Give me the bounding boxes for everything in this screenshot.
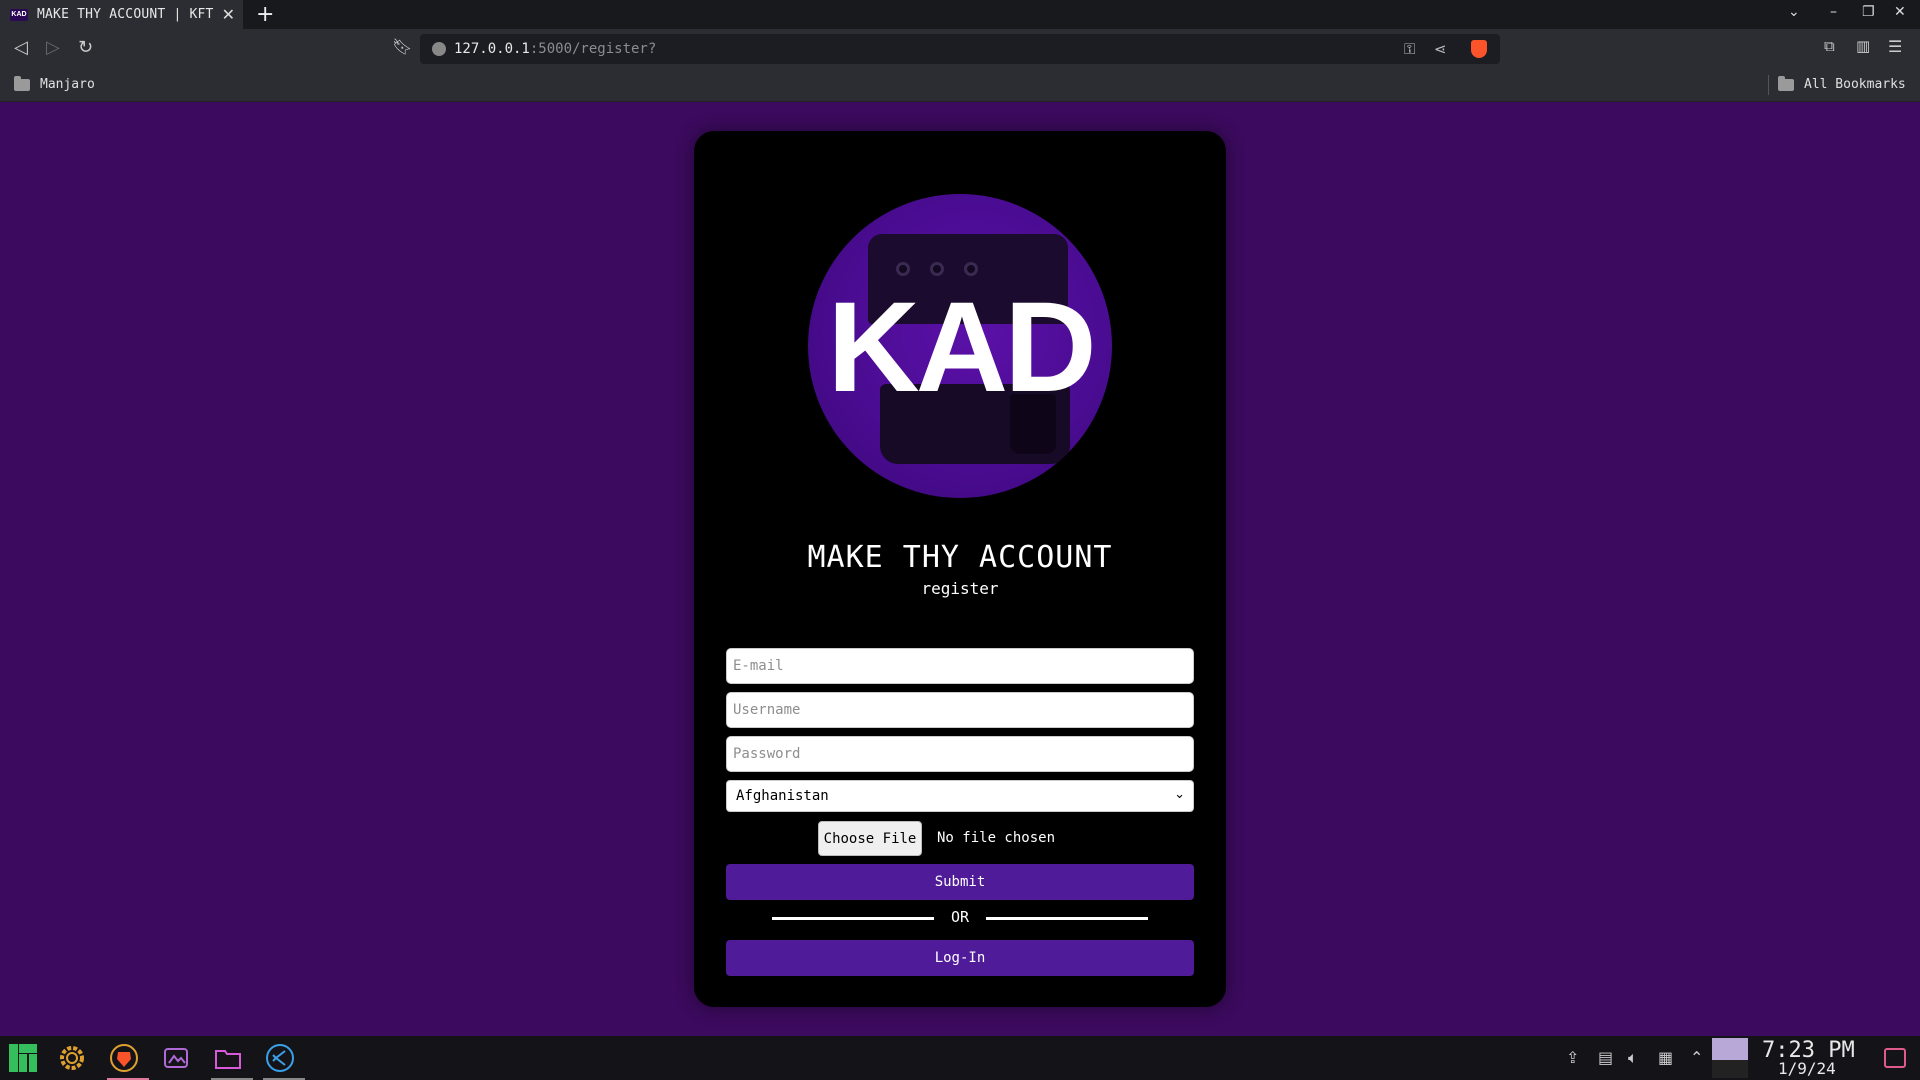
- tray-expand-chevron-icon[interactable]: ⌃: [1690, 1048, 1703, 1067]
- choose-file-button[interactable]: Choose File: [818, 821, 922, 856]
- manjaro-menu-icon[interactable]: [6, 1041, 40, 1075]
- bookmark-icon[interactable]: 🔖︎: [392, 37, 412, 56]
- browser-toolbar: ◁ ▷ ↻ 🔖︎ 127.0.0.1:5000/register? ⚿ ⋖ ⧉ …: [0, 29, 1920, 69]
- folder-icon: [1778, 75, 1794, 91]
- logo-text: KAD: [827, 276, 1096, 419]
- clock-date[interactable]: 1/9/24: [1778, 1059, 1836, 1078]
- back-icon[interactable]: ◁: [14, 37, 28, 58]
- clipboard-icon[interactable]: ▤: [1598, 1048, 1613, 1067]
- key-icon[interactable]: ⚿: [1404, 40, 1415, 58]
- tab-close-icon[interactable]: ✕: [222, 5, 235, 24]
- taskbar: ⇪ ▤ 🔈︎ ▦ ⌃ 7:23 PM 1/9/24: [0, 1036, 1920, 1080]
- bookmark-all-bookmarks[interactable]: All Bookmarks: [1778, 75, 1906, 92]
- forward-icon[interactable]: ▷: [46, 37, 60, 58]
- bookmark-manjaro[interactable]: Manjaro: [14, 75, 95, 92]
- browser-tabbar: KAD MAKE THY ACCOUNT | KFT ✕ + ⌄ – ❐ ✕: [0, 0, 1920, 29]
- username-field[interactable]: [726, 692, 1194, 728]
- brave-shields-icon[interactable]: [1471, 40, 1487, 58]
- url-host: 127.0.0.1: [454, 41, 530, 57]
- virtual-desktop-1[interactable]: [1712, 1038, 1748, 1060]
- reload-icon[interactable]: ↻: [78, 37, 93, 58]
- updates-icon[interactable]: ⇪: [1566, 1048, 1579, 1067]
- image-editor-icon[interactable]: [159, 1041, 193, 1075]
- country-select[interactable]: Afghanistan ⌄: [726, 780, 1194, 812]
- email-field[interactable]: [726, 648, 1194, 684]
- file-status-text: No file chosen: [937, 830, 1056, 846]
- country-selected-value: Afghanistan: [736, 788, 829, 804]
- browser-tab[interactable]: KAD MAKE THY ACCOUNT | KFT ✕: [0, 0, 243, 29]
- brave-browser-icon[interactable]: [107, 1041, 149, 1080]
- or-divider-right: [986, 917, 1148, 920]
- kad-logo: KAD: [808, 194, 1112, 498]
- close-window-icon[interactable]: ✕: [1894, 4, 1906, 20]
- network-icon[interactable]: ▦: [1658, 1048, 1673, 1067]
- page-title: MAKE THY ACCOUNT: [807, 540, 1113, 575]
- extensions-icon[interactable]: ⧉: [1824, 37, 1835, 55]
- bookmark-label: All Bookmarks: [1804, 77, 1906, 92]
- bookmarks-divider: [1768, 75, 1769, 95]
- sidebar-icon[interactable]: ▥: [1856, 37, 1870, 55]
- tab-favicon-icon: KAD: [10, 8, 28, 21]
- site-info-icon[interactable]: [432, 42, 446, 56]
- minimize-icon[interactable]: –: [1830, 4, 1837, 20]
- volume-icon[interactable]: 🔈︎: [1628, 1048, 1638, 1068]
- vscode-icon[interactable]: [263, 1041, 305, 1080]
- new-tab-icon[interactable]: +: [256, 2, 274, 27]
- bookmarks-bar: Manjaro All Bookmarks: [0, 69, 1920, 102]
- submit-button[interactable]: Submit: [726, 864, 1194, 900]
- share-icon[interactable]: ⋖: [1434, 40, 1447, 58]
- page-subtitle: register: [921, 579, 999, 598]
- address-bar[interactable]: 127.0.0.1:5000/register? ⚿ ⋖: [420, 34, 1500, 64]
- show-desktop-icon[interactable]: [1884, 1048, 1906, 1068]
- tab-list-chevron-icon[interactable]: ⌄: [1788, 4, 1800, 20]
- bookmark-label: Manjaro: [40, 77, 95, 92]
- settings-gear-icon[interactable]: [55, 1041, 89, 1075]
- chevron-down-icon: ⌄: [1174, 787, 1185, 802]
- login-button[interactable]: Log-In: [726, 940, 1194, 976]
- file-manager-folder-icon[interactable]: [211, 1041, 253, 1080]
- url-text[interactable]: 127.0.0.1:5000/register?: [454, 41, 656, 57]
- maximize-icon[interactable]: ❐: [1862, 4, 1875, 20]
- tab-title: MAKE THY ACCOUNT | KFT: [37, 7, 214, 22]
- virtual-desktop-2[interactable]: [1712, 1060, 1748, 1078]
- url-path: :5000/register?: [529, 41, 657, 57]
- folder-icon: [14, 75, 30, 91]
- page-content: KAD MAKE THY ACCOUNT register Afghanista…: [0, 102, 1920, 1036]
- menu-icon[interactable]: ☰: [1888, 37, 1902, 56]
- register-card: KAD MAKE THY ACCOUNT register Afghanista…: [694, 131, 1226, 1007]
- password-field[interactable]: [726, 736, 1194, 772]
